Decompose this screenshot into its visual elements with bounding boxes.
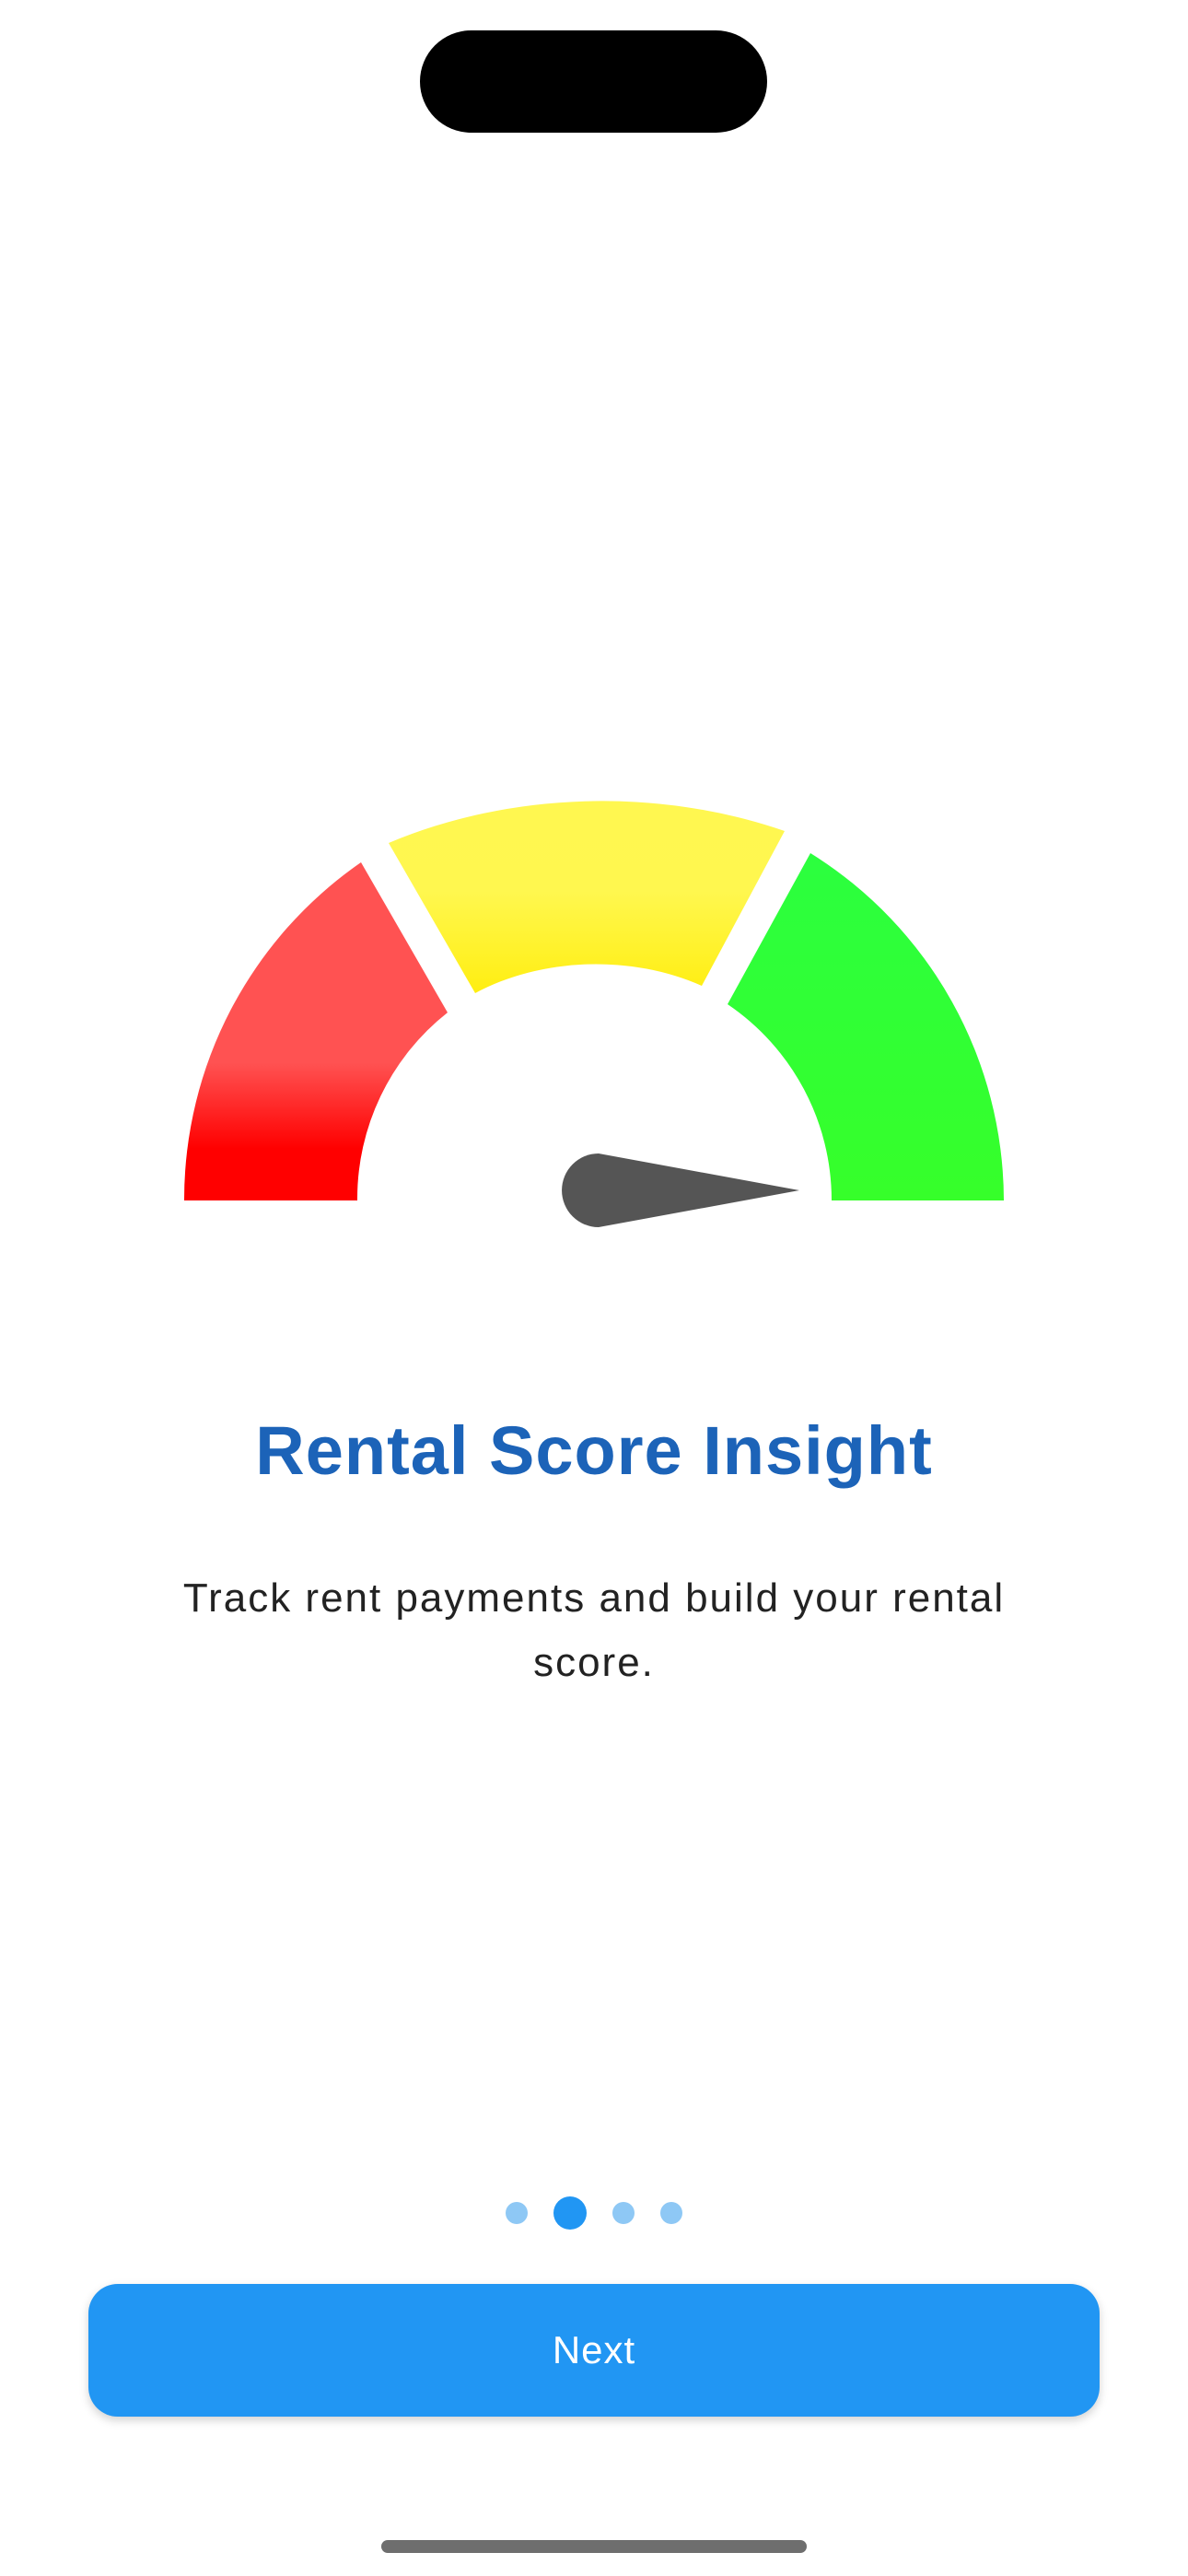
- page-description: Track rent payments and build your renta…: [182, 1575, 1006, 1685]
- gauge-segment-yellow: [389, 801, 785, 993]
- page-dot-2-active[interactable]: [553, 2196, 587, 2230]
- page-dot-1[interactable]: [506, 2202, 528, 2224]
- next-button[interactable]: Next: [88, 2284, 1100, 2417]
- page-dot-4[interactable]: [660, 2202, 682, 2224]
- gauge-segment-red: [183, 862, 448, 1200]
- rental-score-gauge: [183, 801, 1004, 1227]
- gauge-segment-green: [728, 853, 1004, 1200]
- gauge-needle: [562, 1153, 799, 1227]
- home-indicator[interactable]: [381, 2540, 807, 2553]
- page-title: Rental Score Insight: [255, 1412, 933, 1489]
- page-dot-3[interactable]: [612, 2202, 635, 2224]
- onboarding-screen: Rental Score Insight Track rent payments…: [0, 0, 1188, 2576]
- page-indicator: [0, 2193, 1188, 2233]
